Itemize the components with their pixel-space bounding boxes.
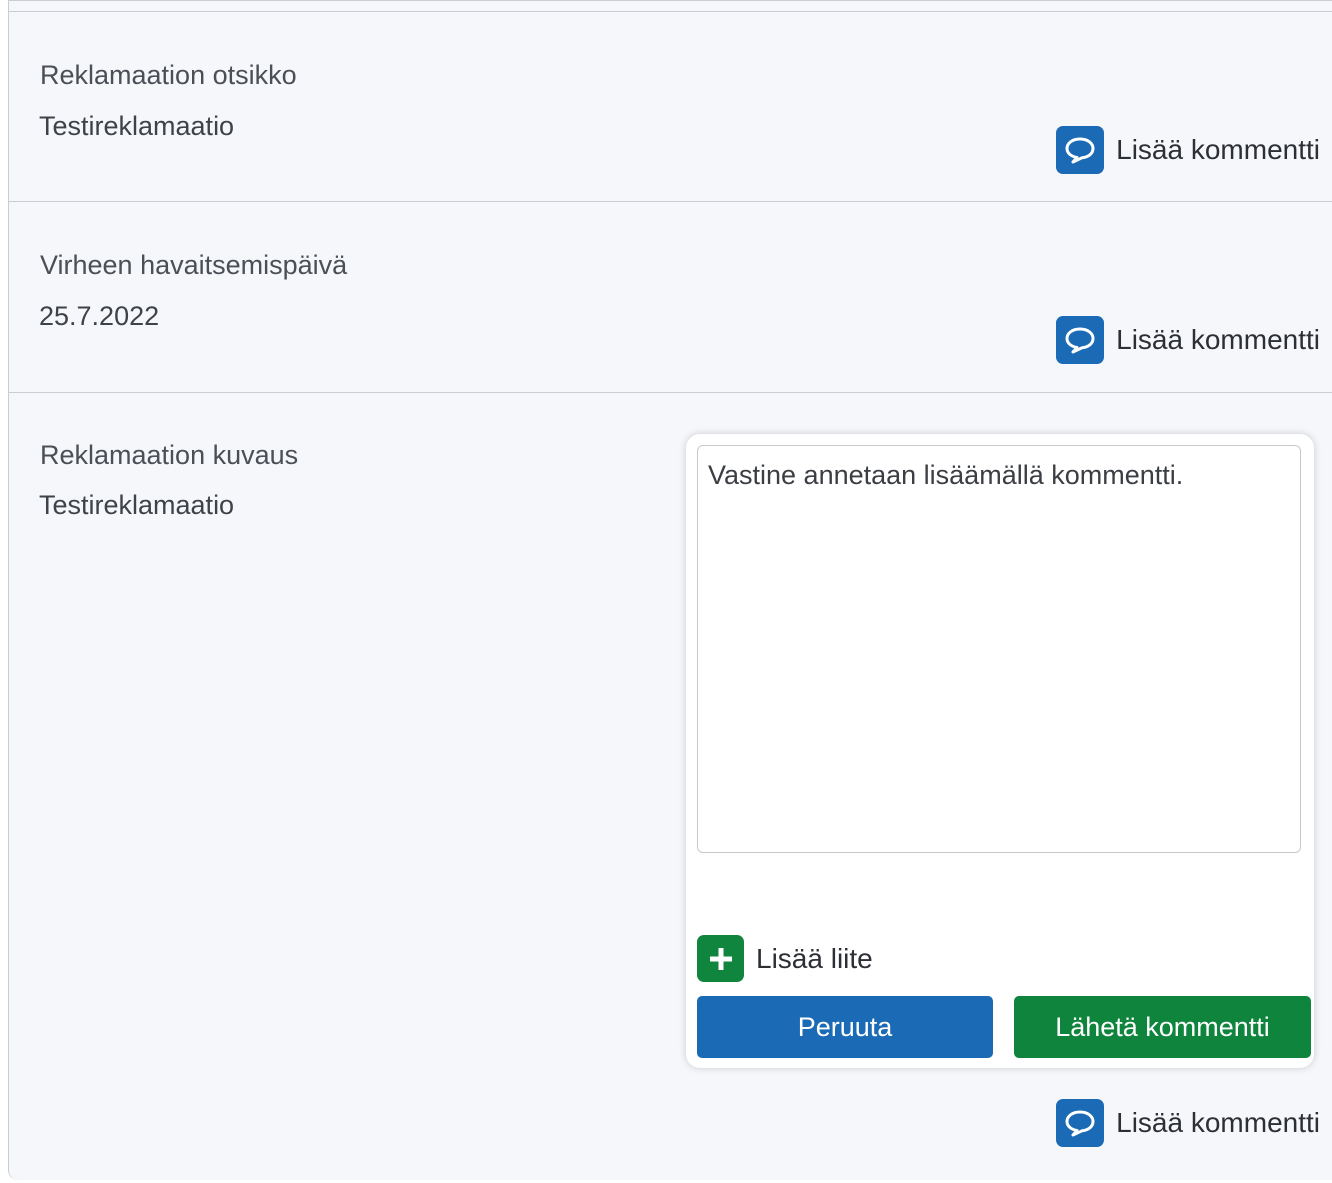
complaint-details-panel: Reklamaation otsikko Testireklamaatio Li… [8, 0, 1332, 1180]
field-row-detection-date: Virheen havaitsemispäivä 25.7.2022 Lisää… [9, 201, 1332, 392]
comment-form: Lisää liite Peruuta Lähetä kommentti [686, 434, 1314, 1068]
add-attachment-button[interactable]: Lisää liite [697, 935, 873, 982]
add-comment-label: Lisää kommentti [1116, 1107, 1320, 1138]
field-row-description: Reklamaation kuvaus Testireklamaatio Lis… [9, 392, 1332, 1183]
comment-icon [1056, 316, 1105, 364]
add-comment-label: Lisää kommentti [1116, 324, 1320, 355]
field-row-title: Reklamaation otsikko Testireklamaatio Li… [9, 11, 1332, 202]
field-label-detection-date: Virheen havaitsemispäivä [40, 250, 348, 280]
field-value-title: Testireklamaatio [39, 111, 235, 141]
field-label-title: Reklamaation otsikko [40, 60, 297, 90]
field-value-description: Testireklamaatio [39, 490, 235, 520]
cancel-button[interactable]: Peruuta [697, 996, 993, 1058]
comment-icon [1056, 126, 1105, 174]
comment-icon [1056, 1099, 1105, 1147]
field-value-detection-date: 25.7.2022 [39, 301, 160, 331]
plus-icon [697, 935, 744, 982]
add-comment-button-title[interactable]: Lisää kommentti [1056, 126, 1320, 174]
send-comment-button[interactable]: Lähetä kommentti [1014, 996, 1311, 1058]
add-comment-label: Lisää kommentti [1116, 134, 1320, 165]
field-label-description: Reklamaation kuvaus [40, 440, 299, 470]
add-attachment-label: Lisää liite [756, 942, 873, 974]
add-comment-button-description[interactable]: Lisää kommentti [1056, 1099, 1320, 1147]
add-comment-button-detection-date[interactable]: Lisää kommentti [1056, 316, 1320, 364]
comment-textarea[interactable] [697, 445, 1301, 853]
